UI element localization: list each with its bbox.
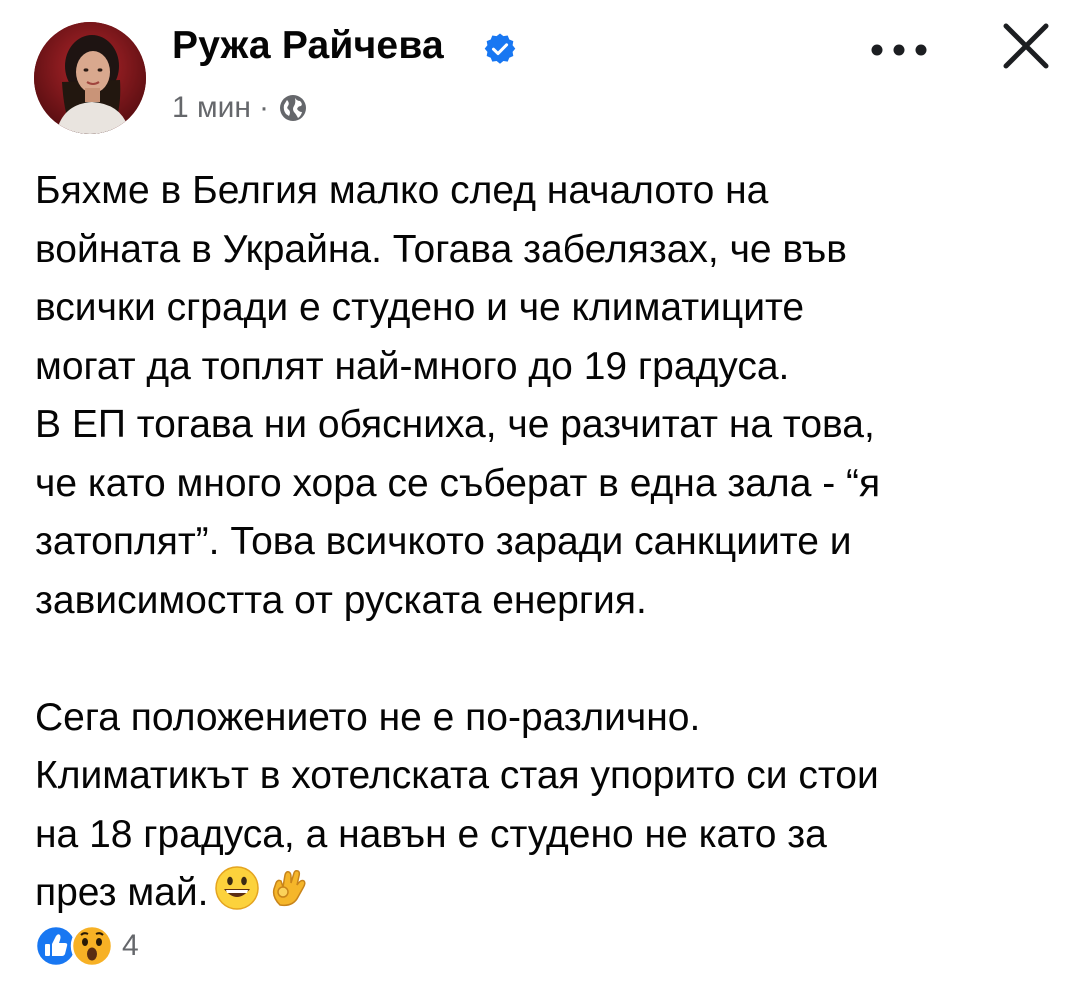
meta-separator: · [258,91,269,124]
post-line: могат да топлят най-много до 19 градуса. [35,344,790,388]
author-avatar[interactable] [34,22,146,134]
post-header: Ружа Райчева 1 мин · [0,0,1080,150]
post-meta: 1 мин · [172,88,307,128]
verified-badge-icon [484,33,516,64]
post-line: зависимостта от руската енергия. [35,578,647,622]
close-icon[interactable] [996,16,1056,76]
wow-reaction-icon [70,924,114,968]
post-line-last: през май. [35,864,1045,923]
post-timestamp[interactable]: 1 мин [172,91,251,125]
ok-hand-emoji [273,870,307,907]
grinning-face-emoji [215,866,260,910]
post-line: затоплят”. Това всичкото заради санкциит… [35,520,852,563]
post-line: Сега положението не е по-различно. [35,695,701,739]
author-name[interactable]: Ружа Райчева [172,24,444,68]
post-text: Бяхме в Белгия малко след началото на во… [35,162,1045,923]
post-line: Бяхме в Белгия малко след началото на [35,169,769,212]
post-line: всички сгради е студено и че климатиците [35,286,805,329]
reaction-count[interactable]: 4 [122,929,139,963]
post-line: Климатикът в хотелската стая упорито си … [35,754,879,797]
post-line: войната в Украйна. Тогава забелязах, че … [35,227,847,271]
globe-icon[interactable] [279,94,307,122]
post-line: че като много хора се съберат в една зал… [35,461,881,505]
more-options-icon [871,44,927,56]
post-line-text: през май. [35,871,209,914]
avatar-image [34,22,146,134]
reactions-summary[interactable]: 4 [34,922,139,970]
more-options-button[interactable] [866,30,932,70]
post-line: на 18 градуса, а навън е студено не като… [35,812,827,856]
post-line: В ЕП тогава ни обясниха, че разчитат на … [35,403,875,446]
